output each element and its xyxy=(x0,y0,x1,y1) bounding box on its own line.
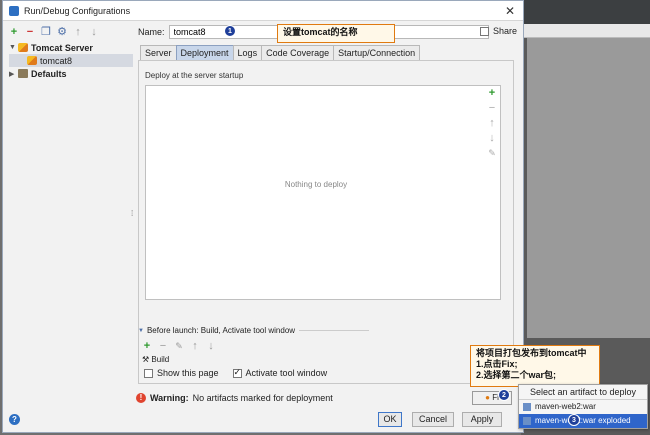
grip-icon: ⁞ xyxy=(131,209,134,218)
activate-tool-label: Activate tool window xyxy=(245,368,328,378)
annotation-name: 设置tomcat的名称 xyxy=(277,24,395,43)
annotation-deploy-line3: 2.选择第二个war包; xyxy=(476,370,557,380)
chevron-down-icon[interactable]: ▼ xyxy=(9,44,18,51)
build-label: Build xyxy=(151,355,170,364)
popup-item-war[interactable]: maven-web2:war xyxy=(519,400,647,414)
add-icon[interactable]: + xyxy=(489,88,495,99)
step-badge-3: 3 xyxy=(568,414,580,426)
annotation-deploy-line2: 1.点击Fix; xyxy=(476,359,518,369)
remove-icon[interactable]: − xyxy=(489,103,495,114)
defaults-icon xyxy=(18,69,28,78)
move-down-icon[interactable]: ↓ xyxy=(206,341,216,352)
popup-item-war-exploded[interactable]: maven-web2:war exploded xyxy=(519,414,647,428)
settings-icon[interactable]: ⚙ xyxy=(57,27,67,38)
tree-group-label: Tomcat Server xyxy=(31,42,93,53)
splitter-handle[interactable]: ⁞ xyxy=(131,24,134,404)
activate-tool-box[interactable] xyxy=(232,367,242,378)
chevron-down-icon[interactable]: ▼ xyxy=(138,328,144,334)
deployment-panel: Deploy at the server startup Nothing to … xyxy=(138,60,514,384)
before-launch-item[interactable]: ⚒ Build xyxy=(142,355,169,364)
tree-child-label: tomcat8 xyxy=(40,55,73,66)
title-bar: Run/Debug Configurations ✕ xyxy=(3,1,523,21)
ide-tab-strip xyxy=(521,24,650,38)
tree-item-tomcat8[interactable]: tomcat8 xyxy=(9,54,133,67)
config-tree: ▼ Tomcat Server tomcat8 ▶ Defaults xyxy=(9,41,133,403)
ok-button[interactable]: OK xyxy=(378,412,402,427)
close-icon[interactable]: ✕ xyxy=(505,4,515,18)
empty-text: Nothing to deploy xyxy=(284,180,348,189)
add-icon[interactable]: + xyxy=(9,27,19,38)
tab-server[interactable]: Server xyxy=(140,45,177,60)
bulb-icon: ● xyxy=(485,393,490,402)
config-toolbar: + − ❐ ⚙ ↑ ↓ xyxy=(9,27,99,38)
tab-logs[interactable]: Logs xyxy=(232,45,263,60)
show-page-label: Show this page xyxy=(157,368,219,378)
bottom-checks: Show this page Activate tool window xyxy=(144,367,328,378)
edit-icon[interactable]: ✎ xyxy=(174,341,184,352)
copy-icon[interactable]: ❐ xyxy=(41,27,51,38)
app-icon xyxy=(9,5,19,16)
name-label: Name: xyxy=(138,27,165,37)
build-icon: ⚒ xyxy=(142,355,150,364)
cancel-button[interactable]: Cancel xyxy=(412,412,454,427)
help-icon[interactable]: ? xyxy=(9,414,20,425)
deploy-section-label: Deploy at the server startup xyxy=(145,71,244,80)
tree-item-defaults[interactable]: ▶ Defaults xyxy=(9,67,133,80)
show-page-checkbox[interactable]: Show this page xyxy=(144,368,219,378)
step-badge-1: 1 xyxy=(224,25,236,37)
ide-title-strip xyxy=(521,0,650,24)
annotation-deploy-line1: 将项目打包发布到tomcat中 xyxy=(476,348,587,358)
move-up-icon[interactable]: ↑ xyxy=(489,118,495,129)
move-up-icon[interactable]: ↑ xyxy=(190,341,200,352)
share-checkbox-box[interactable] xyxy=(480,26,489,36)
warning-row: ! Warning: No artifacts marked for deplo… xyxy=(136,393,333,403)
warning-text: No artifacts marked for deployment xyxy=(192,393,333,403)
deploy-side-tools: + − ↑ ↓ ✎ xyxy=(487,88,497,159)
show-page-box[interactable] xyxy=(144,368,153,378)
tree-item-tomcat-server[interactable]: ▼ Tomcat Server xyxy=(9,41,133,54)
popup-item-label: maven-web2:war exploded xyxy=(535,416,631,425)
before-launch-header[interactable]: ▼ Before launch: Build, Activate tool wi… xyxy=(138,326,370,335)
annotation-deploy: 将项目打包发布到tomcat中 1.点击Fix; 2.选择第二个war包; xyxy=(470,345,600,387)
tab-code-coverage[interactable]: Code Coverage xyxy=(261,45,335,60)
share-label: Share xyxy=(493,26,518,36)
remove-icon[interactable]: − xyxy=(25,27,35,38)
activate-tool-checkbox[interactable]: Activate tool window xyxy=(232,367,328,378)
edit-icon[interactable]: ✎ xyxy=(488,148,496,159)
chevron-right-icon[interactable]: ▶ xyxy=(9,70,18,78)
share-checkbox[interactable]: Share xyxy=(480,26,517,36)
popup-item-label: maven-web2:war xyxy=(535,402,596,411)
move-down-icon[interactable]: ↓ xyxy=(489,133,495,144)
tomcat-icon xyxy=(27,56,37,65)
step-badge-2: 2 xyxy=(498,389,510,401)
artifact-icon xyxy=(523,417,531,425)
window-title: Run/Debug Configurations xyxy=(24,5,131,16)
artifact-icon xyxy=(523,403,531,411)
artifact-popup: Select an artifact to deploy maven-web2:… xyxy=(518,384,648,429)
remove-icon[interactable]: − xyxy=(158,341,168,352)
move-down-icon[interactable]: ↓ xyxy=(89,27,99,38)
move-up-icon[interactable]: ↑ xyxy=(73,27,83,38)
warning-label: Warning: xyxy=(150,393,189,403)
before-launch-tools: + − ✎ ↑ ↓ xyxy=(142,341,216,352)
apply-button[interactable]: Apply xyxy=(462,412,502,427)
tomcat-icon xyxy=(18,43,28,52)
popup-title: Select an artifact to deploy xyxy=(519,385,647,400)
divider xyxy=(299,330,370,331)
warning-icon: ! xyxy=(136,393,146,403)
deploy-list[interactable]: Nothing to deploy + − ↑ ↓ ✎ xyxy=(145,85,501,300)
tab-deployment[interactable]: Deployment xyxy=(175,45,234,60)
tree-defaults-label: Defaults xyxy=(31,68,67,79)
before-launch-label: Before launch: Build, Activate tool wind… xyxy=(146,326,296,335)
tab-startup-connection[interactable]: Startup/Connection xyxy=(333,45,421,60)
ide-editor-pane xyxy=(527,38,650,338)
config-tabs: Server Deployment Logs Code Coverage Sta… xyxy=(140,45,421,60)
add-icon[interactable]: + xyxy=(142,341,152,352)
